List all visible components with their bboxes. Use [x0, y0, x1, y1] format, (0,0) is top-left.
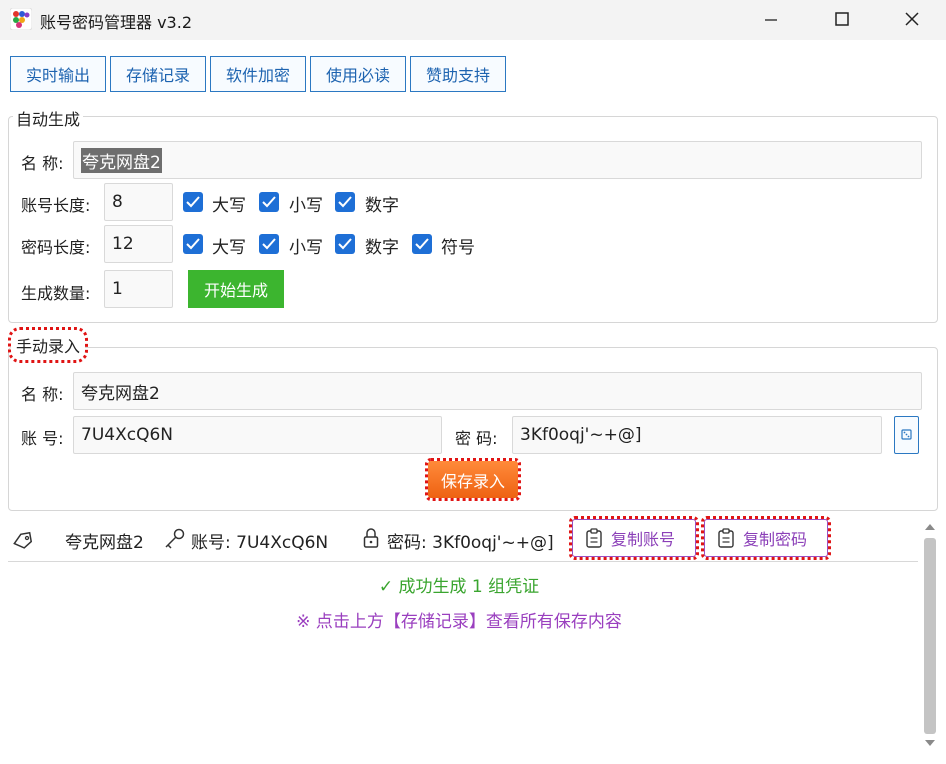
check-icon — [415, 238, 429, 250]
tab-sponsor[interactable]: 赞助支持 — [410, 56, 506, 92]
minimize-icon — [765, 19, 777, 21]
password-uppercase-checkbox[interactable] — [183, 234, 203, 254]
password-lowercase-checkbox[interactable] — [259, 234, 279, 254]
manual-entry-title: 手动录入 — [7, 327, 89, 363]
copy-account-label: 复制账号 — [611, 530, 676, 549]
dice-icon — [901, 429, 912, 440]
scrollbar-thumb[interactable] — [924, 538, 936, 734]
copy-account-button[interactable]: 复制账号 — [569, 516, 699, 560]
account-digits-checkbox[interactable] — [335, 192, 355, 212]
account-lowercase-label: 小写 — [289, 196, 323, 216]
clipboard-icon — [718, 528, 734, 548]
password-symbols-label: 符号 — [441, 238, 475, 258]
copy-password-label: 复制密码 — [743, 530, 808, 549]
account-uppercase-checkbox[interactable] — [183, 192, 203, 212]
copy-password-button[interactable]: 复制密码 — [701, 516, 831, 560]
check-icon — [186, 196, 200, 208]
vertical-scrollbar[interactable] — [920, 518, 938, 752]
window-title: 账号密码管理器 v3.2 — [40, 13, 193, 32]
key-icon — [165, 528, 185, 549]
password-lowercase-label: 小写 — [289, 238, 323, 258]
auto-name-input[interactable]: 夸克网盘2 — [73, 141, 922, 179]
password-digits-label: 数字 — [365, 238, 399, 258]
manual-password-input[interactable]: 3Kf0oqj'~+@] — [512, 416, 882, 454]
auto-generate-title: 自动生成 — [13, 106, 84, 130]
account-digits-label: 数字 — [365, 196, 399, 216]
title-bar: 账号密码管理器 v3.2 — [0, 0, 946, 40]
tab-realtime-output[interactable]: 实时输出 — [10, 56, 106, 92]
check-icon — [262, 238, 276, 250]
tab-software-encrypt[interactable]: 软件加密 — [210, 56, 306, 92]
lock-icon — [363, 528, 379, 548]
result-password: 密码: 3Kf0oqj'~+@] — [387, 533, 554, 553]
save-entry-button[interactable]: 保存录入 — [425, 458, 521, 501]
password-uppercase-label: 大写 — [212, 238, 246, 258]
count-input[interactable]: 1 — [104, 270, 173, 308]
scroll-up-icon[interactable] — [924, 522, 936, 532]
check-icon — [262, 196, 276, 208]
password-symbols-checkbox[interactable] — [412, 234, 432, 254]
password-digits-checkbox[interactable] — [335, 234, 355, 254]
check-icon — [186, 238, 200, 250]
tab-storage-records[interactable]: 存储记录 — [110, 56, 206, 92]
account-uppercase-label: 大写 — [212, 196, 246, 216]
manual-name-label: 名 称: — [21, 385, 64, 404]
close-icon — [905, 12, 919, 26]
maximize-icon — [835, 12, 849, 26]
account-length-input[interactable]: 8 — [104, 183, 173, 221]
result-divider — [8, 561, 918, 562]
auto-name-label: 名 称: — [21, 154, 64, 173]
minimize-button[interactable] — [736, 0, 806, 38]
tag-icon — [13, 531, 33, 549]
manual-account-input[interactable]: 7U4XcQ6N — [73, 416, 442, 454]
scroll-down-icon[interactable] — [924, 738, 936, 748]
start-generate-button[interactable]: 开始生成 — [188, 270, 284, 308]
account-lowercase-checkbox[interactable] — [259, 192, 279, 212]
manual-password-label: 密 码: — [455, 429, 498, 448]
result-account: 账号: 7U4XcQ6N — [191, 533, 329, 553]
account-length-label: 账号长度: — [21, 196, 91, 215]
hint-message: ※ 点击上方【存储记录】查看所有保存内容 — [296, 612, 622, 632]
manual-account-label: 账 号: — [21, 429, 64, 448]
maximize-button[interactable] — [807, 0, 877, 38]
random-password-button[interactable] — [894, 416, 919, 454]
tab-must-read[interactable]: 使用必读 — [310, 56, 406, 92]
count-label: 生成数量: — [21, 284, 91, 303]
clipboard-icon — [586, 528, 602, 548]
success-message: ✓ 成功生成 1 组凭证 — [378, 577, 540, 597]
close-button[interactable] — [877, 0, 946, 38]
auto-name-value: 夸克网盘2 — [81, 147, 162, 173]
password-length-label: 密码长度: — [21, 238, 91, 257]
manual-name-input[interactable]: 夸克网盘2 — [73, 372, 922, 410]
check-icon — [338, 238, 352, 250]
app-logo-icon — [10, 8, 32, 30]
password-length-input[interactable]: 12 — [104, 225, 173, 263]
result-name: 夸克网盘2 — [65, 533, 144, 553]
check-icon — [338, 196, 352, 208]
